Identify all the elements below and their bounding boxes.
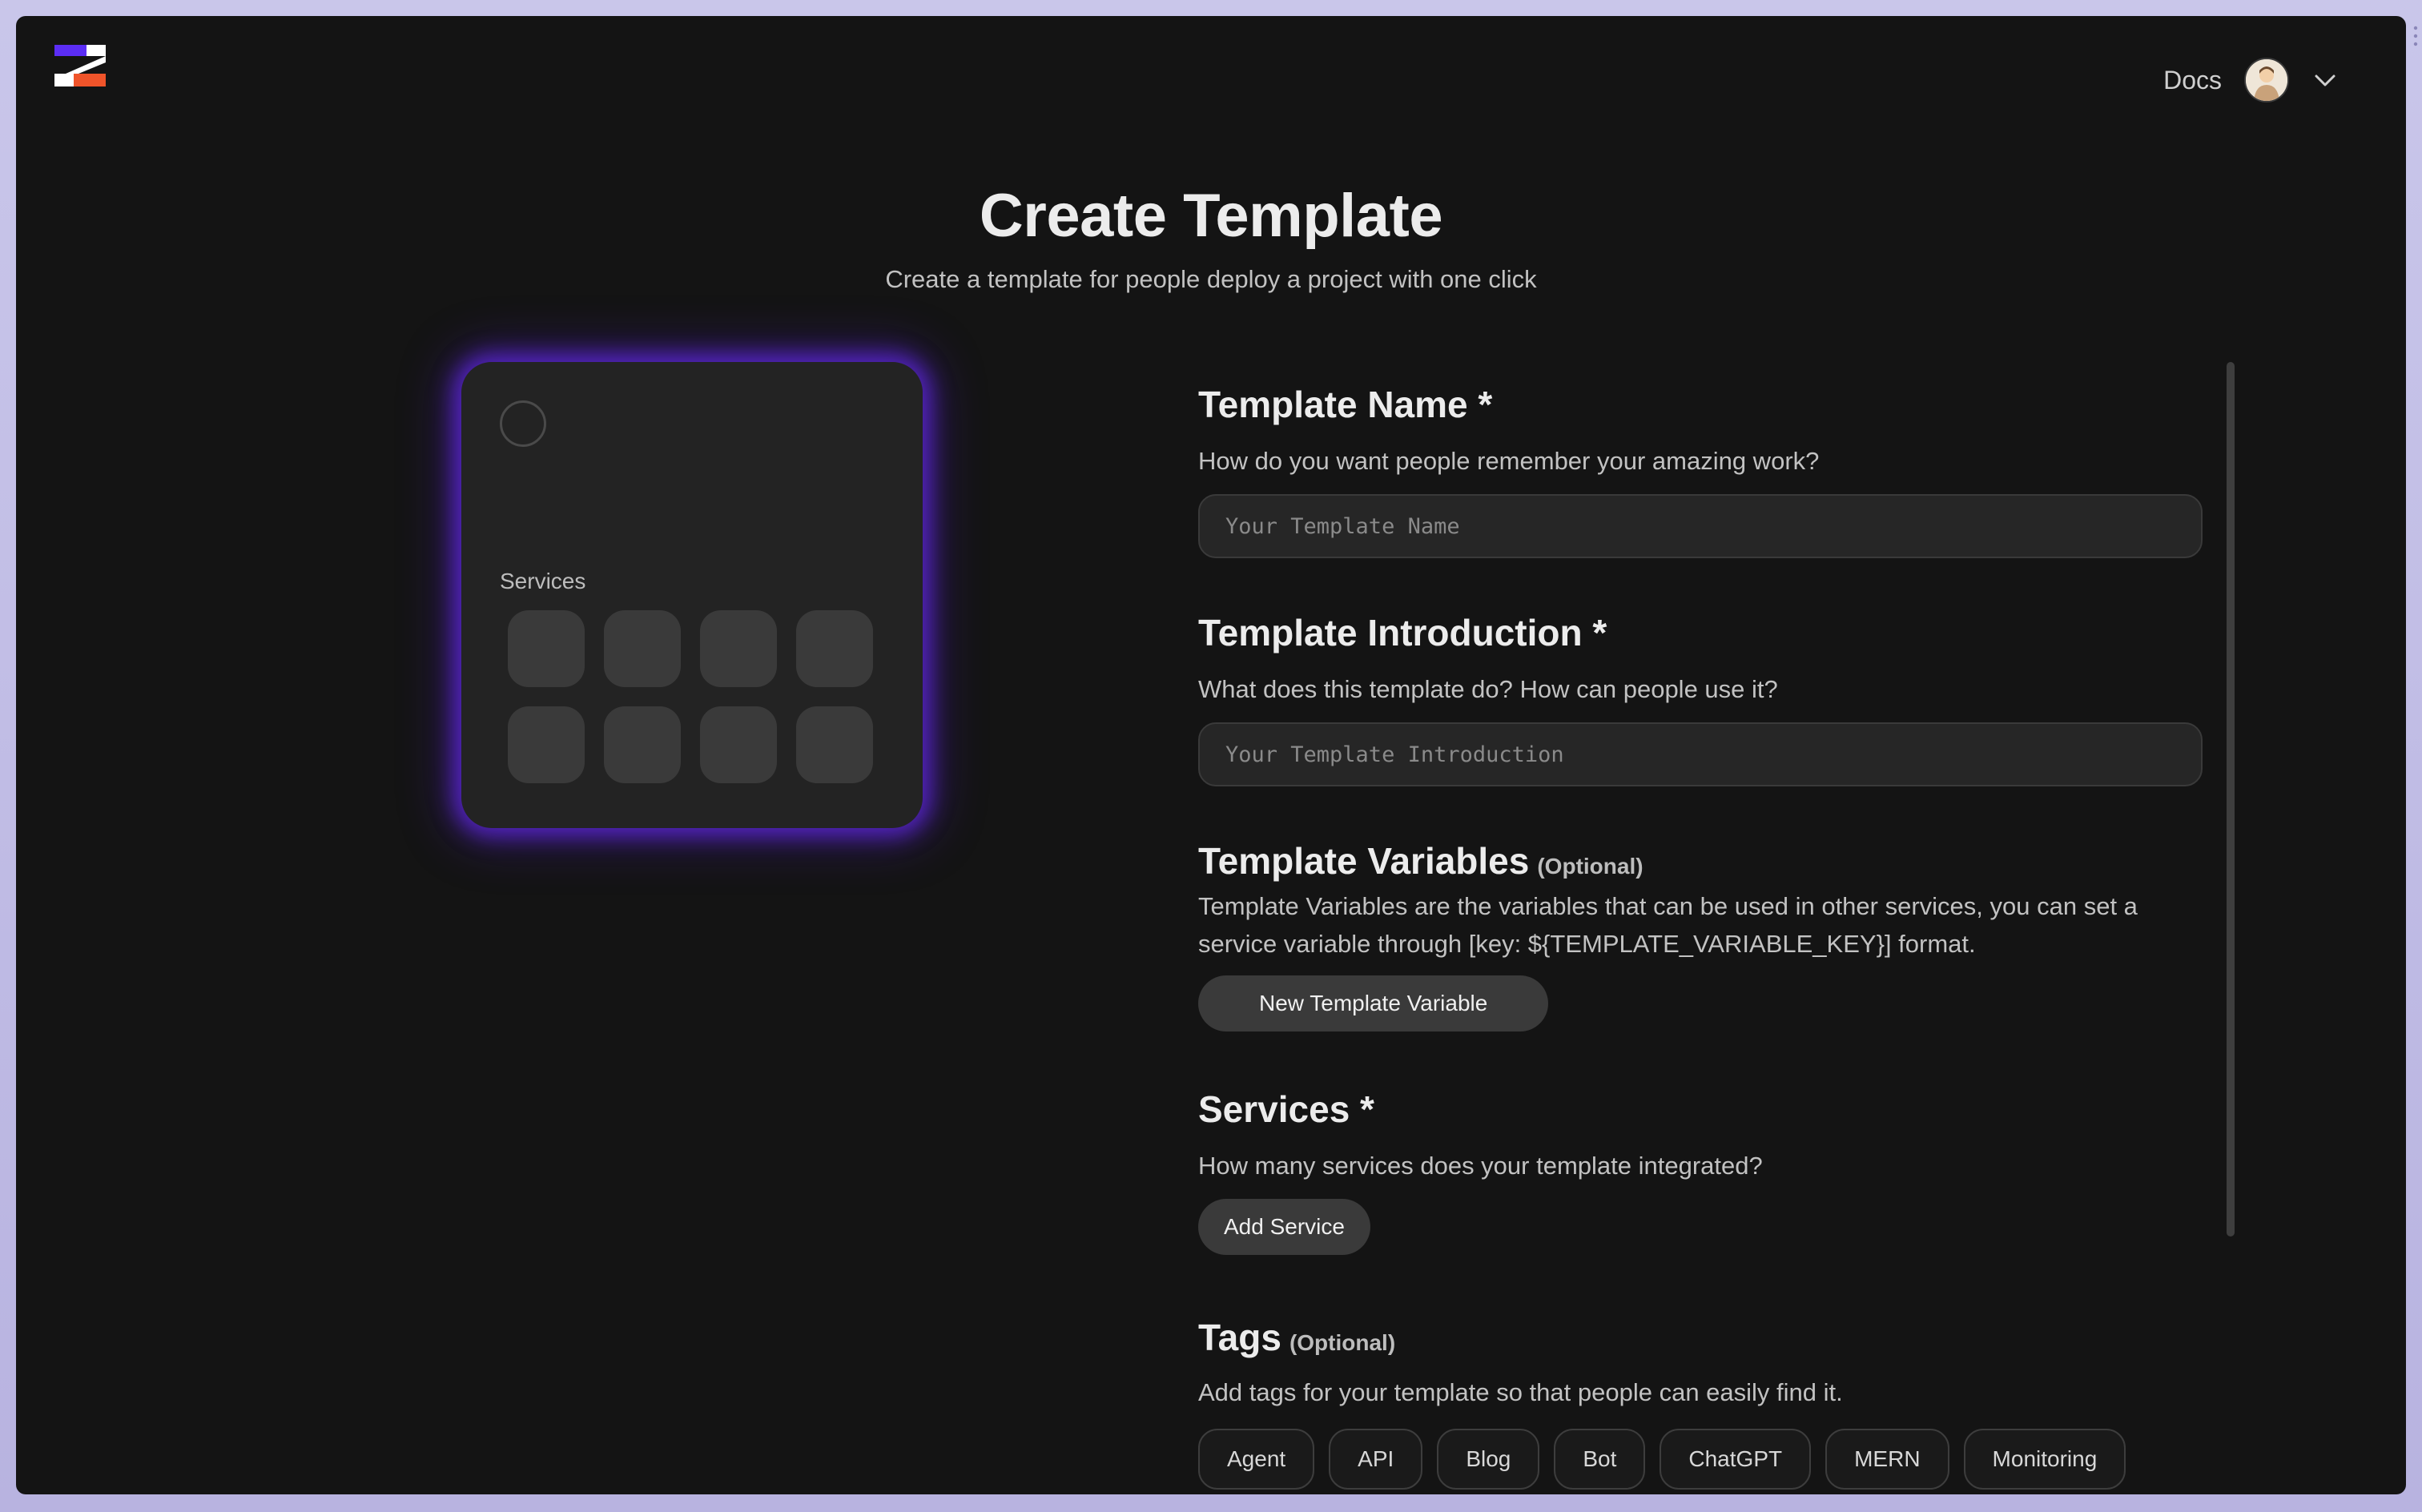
template-preview-card: Services: [461, 362, 923, 828]
tag-chip[interactable]: MERN: [1825, 1429, 1949, 1490]
template-variables-title: Template Variables (Optional): [1198, 839, 2203, 883]
service-tile-placeholder: [508, 610, 585, 687]
tag-list: Agent API Blog Bot ChatGPT MERN Monitori…: [1198, 1429, 2203, 1490]
tag-chip[interactable]: Agent: [1198, 1429, 1315, 1490]
service-tile-placeholder: [700, 610, 777, 687]
template-name-title: Template Name *: [1198, 384, 1493, 425]
service-tile-placeholder: [796, 706, 873, 783]
template-icon-placeholder: [500, 400, 546, 447]
tags-section: Tags (Optional) Add tags for your templat…: [1198, 1316, 2203, 1494]
tags-title: Tags (Optional): [1198, 1316, 2203, 1359]
services-description: How many services does your template int…: [1198, 1152, 1763, 1180]
app-window: Docs Create Template Create a template f…: [16, 16, 2406, 1494]
template-introduction-description: What does this template do? How can peop…: [1198, 675, 1778, 703]
optional-badge: (Optional): [1537, 854, 1644, 879]
service-tile-placeholder: [604, 610, 681, 687]
tags-description: Add tags for your template so that peopl…: [1198, 1378, 1843, 1406]
tags-title-text: Tags: [1198, 1317, 1281, 1358]
tag-chip[interactable]: Bot: [1554, 1429, 1646, 1490]
preview-services-grid: [508, 610, 873, 783]
services-title: Services *: [1198, 1088, 1374, 1130]
window-resize-grip-icon[interactable]: [2412, 24, 2419, 48]
template-variables-description: Template Variables are the variables tha…: [1198, 892, 2138, 958]
page-header: Create Template Create a template for pe…: [16, 181, 2406, 294]
tag-chip[interactable]: API: [1329, 1429, 1423, 1490]
template-introduction-title: Template Introduction *: [1198, 612, 1607, 653]
create-template-form: Template Name * How do you want people r…: [1198, 362, 2203, 1494]
service-tile-placeholder: [796, 610, 873, 687]
chevron-down-icon[interactable]: [2311, 66, 2339, 94]
template-variables-section: Template Variables (Optional) Template Va…: [1198, 839, 2203, 1031]
service-tile-placeholder: [700, 706, 777, 783]
page-subtitle: Create a template for people deploy a pr…: [885, 265, 1537, 293]
page-title: Create Template: [979, 182, 1443, 250]
service-tile-placeholder: [508, 706, 585, 783]
services-section: Services * How many services does your t…: [1198, 1088, 2203, 1255]
template-name-description: How do you want people remember your ama…: [1198, 447, 1820, 475]
template-name-section: Template Name * How do you want people r…: [1198, 383, 2203, 558]
optional-badge: (Optional): [1289, 1330, 1396, 1355]
tag-chip[interactable]: Monitoring: [1963, 1429, 2126, 1490]
add-service-button[interactable]: Add Service: [1198, 1199, 1370, 1255]
template-introduction-section: Template Introduction * What does this t…: [1198, 611, 2203, 786]
preview-services-label: Services: [500, 569, 586, 593]
zeabur-logo-icon[interactable]: [54, 45, 106, 86]
docs-link[interactable]: Docs: [2163, 66, 2222, 95]
tag-chip[interactable]: Blog: [1437, 1429, 1540, 1490]
top-nav: Docs: [2163, 58, 2339, 103]
template-name-input[interactable]: [1198, 494, 2203, 558]
user-avatar-icon[interactable]: [2244, 58, 2289, 103]
tag-chip[interactable]: ChatGPT: [1660, 1429, 1812, 1490]
template-introduction-input[interactable]: [1198, 722, 2203, 786]
service-tile-placeholder: [604, 706, 681, 783]
form-scrollbar[interactable]: [2227, 362, 2235, 1237]
new-template-variable-button[interactable]: New Template Variable: [1198, 975, 1549, 1031]
template-variables-title-text: Template Variables: [1198, 840, 1530, 882]
